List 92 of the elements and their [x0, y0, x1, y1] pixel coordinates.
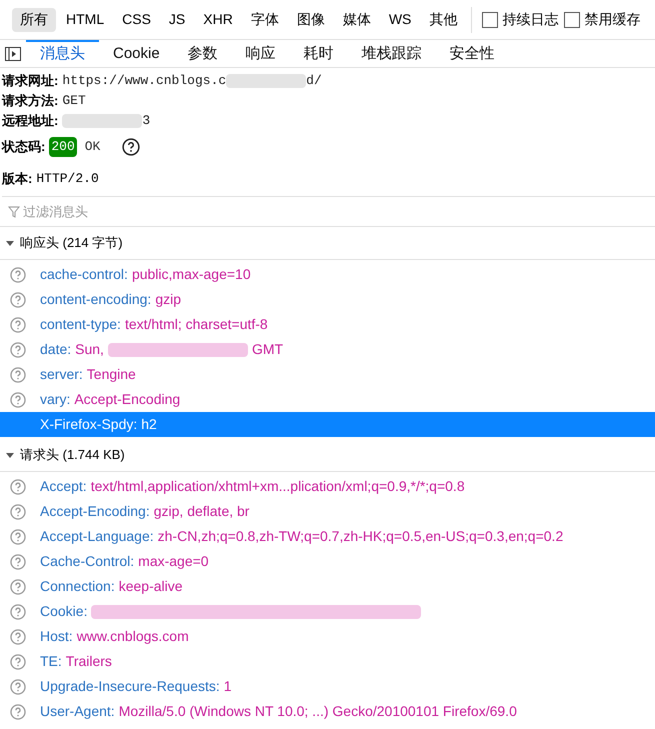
- expand-triangle-icon[interactable]: [6, 239, 14, 247]
- header-name: server:: [40, 365, 83, 384]
- header-name: Upgrade-Insecure-Requests:: [40, 677, 220, 696]
- tab[interactable]: 消息头: [26, 40, 99, 68]
- help-icon[interactable]: [122, 138, 140, 156]
- header-row[interactable]: TE: Trailers: [0, 649, 655, 674]
- header-value: gzip, deflate, br: [154, 502, 250, 521]
- header-value: max-age=0: [138, 552, 209, 571]
- header-name: date:: [40, 340, 72, 359]
- type-filter-button[interactable]: XHR: [195, 8, 241, 32]
- header-row[interactable]: Accept-Language: zh-CN,zh;q=0.8,zh-TW;q=0.7,zh-HK;q=0.5,en-US;q=0.3,en;q=0.2: [0, 524, 655, 549]
- header-value: d/: [306, 72, 322, 90]
- header-row[interactable]: Cookie:: [0, 599, 655, 624]
- summary-label: 状态码:: [2, 138, 46, 156]
- header-name: content-type:: [40, 315, 121, 334]
- checkbox[interactable]: [482, 12, 498, 28]
- header-name: Cache-Control:: [40, 552, 134, 571]
- header-value: Mozilla/5.0 (Windows NT 10.0; ...) Gecko/20100101 Firefox/69.0: [118, 702, 517, 721]
- header-name: Cookie:: [40, 602, 88, 621]
- panel-toggle-icon[interactable]: [5, 46, 21, 60]
- summary-label: 请求方法:: [2, 92, 58, 110]
- tab[interactable]: 安全性: [436, 40, 509, 68]
- header-value: text/html; charset=utf-8: [124, 315, 268, 334]
- status-code-badge: 200: [49, 137, 77, 157]
- header-value: gzip: [155, 290, 181, 309]
- header-name: Accept-Language:: [40, 527, 154, 546]
- header-name: cache-control:: [40, 265, 128, 284]
- expand-triangle-icon[interactable]: [6, 451, 14, 459]
- tab[interactable]: 响应: [232, 40, 290, 68]
- header-value: Sun,: [75, 340, 104, 359]
- header-row[interactable]: Accept-Encoding: gzip, deflate, br: [0, 499, 655, 524]
- header-row[interactable]: content-encoding: gzip: [0, 287, 655, 312]
- type-filter-button[interactable]: 所有: [12, 8, 56, 32]
- header-value: Trailers: [66, 652, 112, 671]
- header-value: public,max-age=10: [132, 265, 251, 284]
- header-row[interactable]: server: Tengine: [0, 362, 655, 387]
- header-value: Accept-Encoding: [74, 390, 180, 409]
- header-row[interactable]: Connection: keep-alive: [0, 574, 655, 599]
- summary-label: 请求网址:: [2, 72, 58, 90]
- version-value: HTTP/2.0: [36, 170, 99, 188]
- header-row[interactable]: User-Agent: Mozilla/5.0 (Windows NT 10.0; ...) Gecko/20100101 Firefox/69.0: [0, 699, 655, 724]
- header-name: User-Agent:: [40, 702, 115, 721]
- header-value: text/html,application/xhtml+xm...plication/xml;q=0.9,*/*;q=0.8: [90, 477, 465, 496]
- type-filter-button[interactable]: 图像: [288, 8, 333, 32]
- header-name: Connection:: [40, 577, 115, 596]
- header-name: Accept:: [40, 477, 87, 496]
- header-name: TE:: [40, 652, 62, 671]
- type-filter-button[interactable]: 其他: [421, 8, 466, 32]
- header-row[interactable]: X-Firefox-Spdy: h2: [0, 412, 655, 437]
- header-value: 3: [142, 112, 150, 130]
- header-value: https://www.cnblogs.c: [62, 72, 226, 90]
- header-name: Accept-Encoding:: [40, 502, 150, 521]
- header-name: Host:: [40, 627, 73, 646]
- filter-icon: [8, 206, 20, 218]
- header-row[interactable]: content-type: text/html; charset=utf-8: [0, 312, 655, 337]
- type-filter-button[interactable]: JS: [160, 8, 194, 32]
- header-value: Tengine: [86, 365, 136, 384]
- checkbox-label: 持续日志: [502, 10, 558, 29]
- header-row[interactable]: Accept: text/html,application/xhtml+xm...plication/xml;q=0.9,*/*;q=0.8: [0, 474, 655, 499]
- checkbox[interactable]: [564, 12, 580, 28]
- type-filter-button[interactable]: 字体: [242, 8, 287, 32]
- tab[interactable]: 耗时: [290, 40, 348, 68]
- tab[interactable]: Cookie: [99, 40, 174, 68]
- header-value: h2: [141, 415, 157, 434]
- header-row[interactable]: Host: www.cnblogs.com: [0, 624, 655, 649]
- tab[interactable]: 堆栈跟踪: [348, 40, 436, 68]
- summary-label: 版本:: [2, 170, 32, 188]
- header-name: X-Firefox-Spdy:: [40, 415, 138, 434]
- header-row[interactable]: date: Sun, GMT: [0, 337, 655, 362]
- header-value: www.cnblogs.com: [76, 627, 189, 646]
- header-value: keep-alive: [118, 577, 183, 596]
- header-name: content-encoding:: [40, 290, 152, 309]
- type-filter-button[interactable]: CSS: [114, 8, 159, 32]
- header-value: 1: [224, 677, 232, 696]
- status-text: OK: [84, 138, 100, 156]
- type-filter-button[interactable]: 媒体: [334, 8, 379, 32]
- header-value: GMT: [252, 340, 284, 359]
- section-title: 响应头 (214 字节): [20, 234, 123, 252]
- header-row[interactable]: vary: Accept-Encoding: [0, 387, 655, 412]
- header-row[interactable]: Upgrade-Insecure-Requests: 1: [0, 674, 655, 699]
- header-row[interactable]: Cache-Control: max-age=0: [0, 549, 655, 574]
- header-value: zh-CN,zh;q=0.8,zh-TW;q=0.7,zh-HK;q=0.5,en-US;q=0.3,en;q=0.2: [158, 527, 564, 546]
- header-value: GET: [62, 92, 86, 110]
- checkbox-label: 禁用缓存: [584, 10, 640, 29]
- section-title: 请求头 (1.744 KB): [20, 446, 125, 464]
- header-name: vary:: [40, 390, 70, 409]
- filter-field[interactable]: 过滤消息头: [23, 202, 323, 222]
- header-row[interactable]: cache-control: public,max-age=10: [0, 262, 655, 287]
- type-filter-button[interactable]: HTML: [58, 8, 112, 32]
- summary-label: 远程地址:: [2, 112, 58, 130]
- type-filter-button[interactable]: WS: [380, 8, 420, 32]
- tab[interactable]: 参数: [174, 40, 232, 68]
